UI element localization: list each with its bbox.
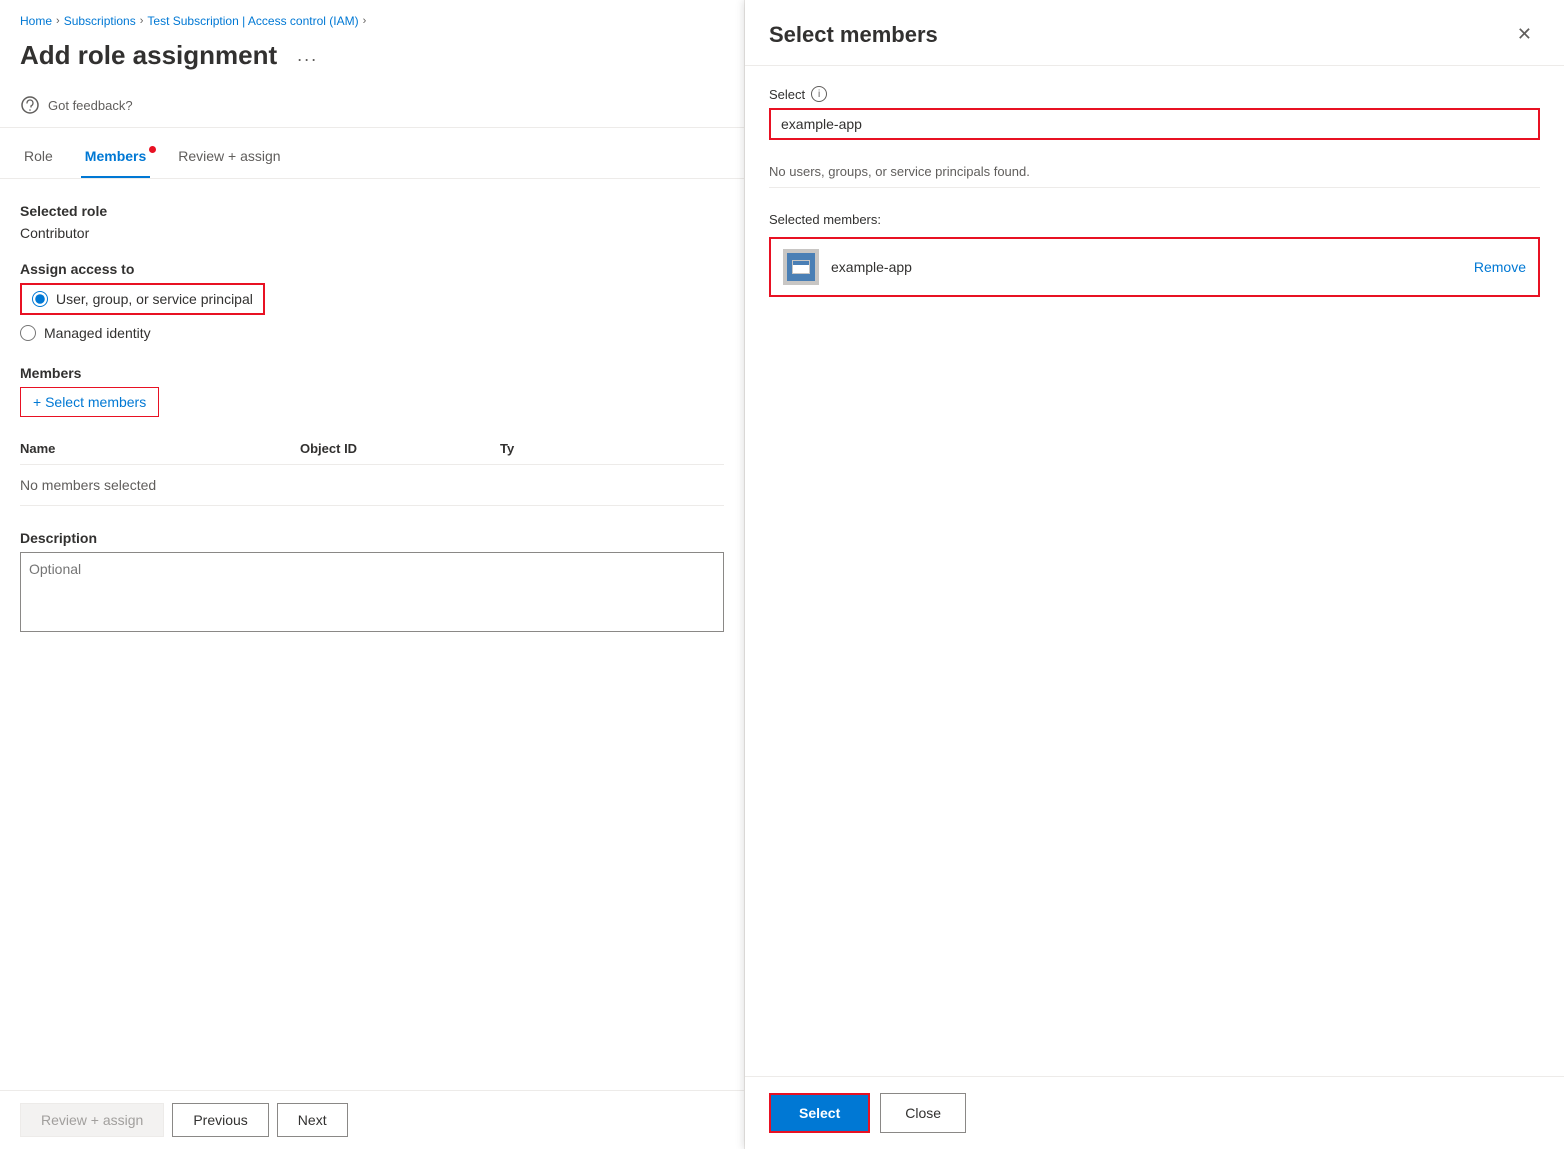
selected-member-row: example-app Remove bbox=[769, 237, 1540, 297]
radio-label-managed: Managed identity bbox=[44, 325, 151, 341]
member-icon-window bbox=[792, 260, 810, 274]
tab-members[interactable]: Members bbox=[81, 140, 150, 178]
drawer-select-button[interactable]: Select bbox=[769, 1093, 870, 1133]
review-assign-button[interactable]: Review + assign bbox=[20, 1103, 164, 1137]
member-name: example-app bbox=[831, 259, 1462, 275]
col-objectid-header: Object ID bbox=[300, 441, 500, 456]
select-members-button[interactable]: + Select members bbox=[20, 387, 159, 417]
feedback-text[interactable]: Got feedback? bbox=[48, 98, 133, 113]
feedback-bar: Got feedback? bbox=[0, 87, 744, 128]
radio-input-user[interactable] bbox=[32, 291, 48, 307]
drawer-body: Select i example-app No users, groups, o… bbox=[745, 66, 1564, 1076]
members-table: Name Object ID Ty No members selected bbox=[20, 433, 724, 506]
col-type-header: Ty bbox=[500, 441, 724, 456]
feedback-icon bbox=[20, 95, 40, 115]
drawer-footer: Select Close bbox=[745, 1076, 1564, 1149]
chevron-icon-2: › bbox=[140, 15, 144, 27]
table-empty-row: No members selected bbox=[20, 465, 724, 506]
selected-members-label: Selected members: bbox=[769, 212, 1540, 227]
no-results-text: No users, groups, or service principals … bbox=[769, 156, 1540, 188]
selected-role-value: Contributor bbox=[20, 225, 724, 241]
description-label: Description bbox=[20, 530, 724, 546]
tabs-bar: Role Members Review + assign bbox=[0, 128, 744, 179]
col-name-header: Name bbox=[20, 441, 300, 456]
select-members-btn-text: + Select members bbox=[33, 394, 146, 410]
drawer-close-footer-button[interactable]: Close bbox=[880, 1093, 966, 1133]
member-icon bbox=[783, 249, 819, 285]
remove-member-button[interactable]: Remove bbox=[1474, 259, 1526, 275]
radio-input-managed[interactable] bbox=[20, 325, 36, 341]
main-content: Selected role Contributor Assign access … bbox=[0, 179, 744, 1090]
tab-role[interactable]: Role bbox=[20, 140, 57, 178]
close-icon: ✕ bbox=[1517, 24, 1532, 45]
page-title: Add role assignment bbox=[20, 40, 277, 71]
previous-button[interactable]: Previous bbox=[172, 1103, 268, 1137]
members-dot bbox=[149, 146, 156, 153]
drawer-header: Select members ✕ bbox=[745, 0, 1564, 66]
description-section: Description bbox=[20, 530, 724, 635]
radio-managed-identity[interactable]: Managed identity bbox=[20, 325, 724, 341]
breadcrumb-iam[interactable]: Test Subscription | Access control (IAM) bbox=[147, 14, 358, 28]
members-label: Members bbox=[20, 365, 724, 381]
radio-label-user: User, group, or service principal bbox=[56, 291, 253, 307]
next-button[interactable]: Next bbox=[277, 1103, 348, 1137]
assign-access-label: Assign access to bbox=[20, 261, 724, 277]
drawer-title: Select members bbox=[769, 22, 938, 48]
radio-box-user: User, group, or service principal bbox=[20, 283, 265, 315]
drawer-close-button[interactable]: ✕ bbox=[1509, 20, 1540, 49]
breadcrumb: Home › Subscriptions › Test Subscription… bbox=[0, 0, 744, 36]
breadcrumb-home[interactable]: Home bbox=[20, 14, 52, 28]
description-textarea[interactable] bbox=[20, 552, 724, 632]
tab-review-assign[interactable]: Review + assign bbox=[174, 140, 284, 178]
more-options-icon[interactable]: ... bbox=[289, 41, 326, 70]
left-panel: Home › Subscriptions › Test Subscription… bbox=[0, 0, 745, 1149]
select-members-drawer: Select members ✕ Select i example-app No… bbox=[745, 0, 1564, 1149]
chevron-icon-1: › bbox=[56, 15, 60, 27]
page-header: Add role assignment ... bbox=[0, 36, 744, 87]
table-header: Name Object ID Ty bbox=[20, 433, 724, 465]
search-input-value: example-app bbox=[771, 110, 872, 138]
search-input[interactable] bbox=[872, 110, 1538, 138]
selected-role-label: Selected role bbox=[20, 203, 724, 219]
search-input-box[interactable]: example-app bbox=[769, 108, 1540, 140]
member-icon-inner bbox=[787, 253, 815, 281]
search-label: Select i bbox=[769, 86, 1540, 102]
radio-group: User, group, or service principal Manage… bbox=[20, 283, 724, 341]
breadcrumb-subscriptions[interactable]: Subscriptions bbox=[64, 14, 136, 28]
radio-user-group[interactable]: User, group, or service principal bbox=[20, 283, 724, 315]
members-section: Members + Select members Name Object ID … bbox=[20, 365, 724, 506]
bottom-action-bar: Review + assign Previous Next bbox=[0, 1090, 744, 1149]
chevron-icon-3: › bbox=[363, 15, 367, 27]
search-info-icon[interactable]: i bbox=[811, 86, 827, 102]
